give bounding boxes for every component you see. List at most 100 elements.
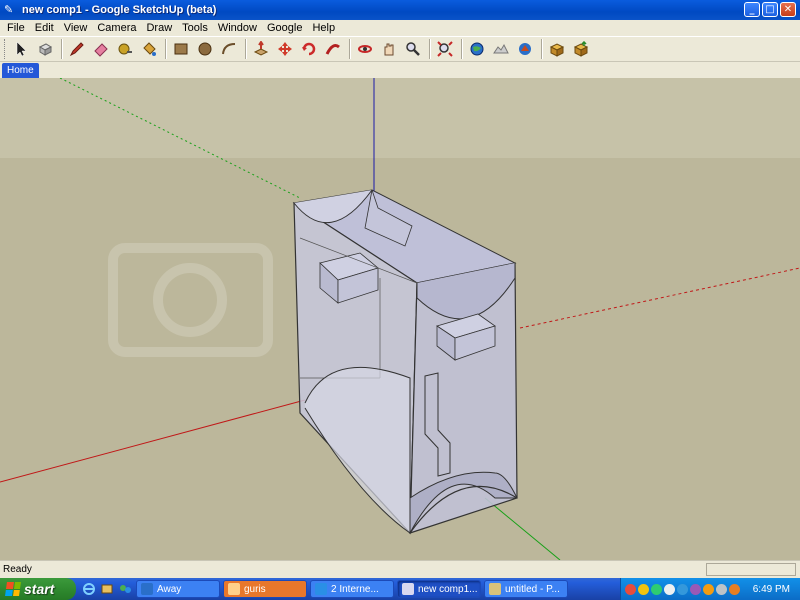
make-component-icon [38,43,53,56]
menu-bar: File Edit View Camera Draw Tools Window … [0,20,800,36]
paint-bucket-tool-button[interactable] [138,38,160,60]
show-desktop-icon[interactable] [100,582,114,596]
tray-icon[interactable] [651,583,662,595]
move-tool-button[interactable] [274,38,296,60]
toggle-terrain-icon [493,43,509,54]
window-title: new comp1 - Google SketchUp (beta) [22,4,217,16]
move-icon [278,42,292,56]
minimize-button[interactable]: _ [744,2,760,17]
menu-tools[interactable]: Tools [177,22,213,34]
toolbar-separator [61,39,63,59]
close-button[interactable]: ✕ [780,2,796,17]
pencil-tool-button[interactable] [66,38,88,60]
sky-band [0,78,800,158]
toolbar-separator [165,39,167,59]
menu-window[interactable]: Window [213,22,262,34]
task-away[interactable]: Away [136,580,220,598]
menu-edit[interactable]: Edit [30,22,59,34]
messenger-icon[interactable] [118,582,132,596]
task-paint[interactable]: untitled - P... [484,580,568,598]
share-model-icon [573,41,589,57]
menu-camera[interactable]: Camera [92,22,141,34]
tray-icon[interactable] [690,583,701,595]
measurements-box[interactable] [706,563,796,576]
eraser-icon [94,43,108,57]
task-sketchup[interactable]: new comp1... [397,580,481,598]
toggle-terrain-button[interactable] [490,38,512,60]
zoom-extents-tool-button[interactable] [434,38,456,60]
make-component-button[interactable] [34,38,56,60]
system-tray: 6:49 PM [620,578,800,600]
rectangle-tool-button[interactable] [170,38,192,60]
get-models-button[interactable] [546,38,568,60]
toolbar-grip[interactable] [4,39,7,59]
tray-icon[interactable] [664,583,675,595]
tape-measure-icon [118,43,132,55]
windows-logo-icon [5,582,21,596]
pan-icon [384,43,394,56]
sketchup-task-icon [402,583,414,595]
zoom-icon [406,42,420,56]
share-model-button[interactable] [570,38,592,60]
zoom-extents-icon [437,41,453,57]
security-alert-icon[interactable] [703,583,714,595]
task-internet-explorer[interactable]: 2 Interne... [310,580,394,598]
select-icon [16,41,27,57]
follow-me-icon [325,44,340,55]
menu-view[interactable]: View [59,22,93,34]
rotate-icon [302,42,316,56]
paint-task-icon [489,583,501,595]
toolbar-separator [429,39,431,59]
eraser-tool-button[interactable] [90,38,112,60]
get-current-view-button[interactable] [466,38,488,60]
menu-draw[interactable]: Draw [141,22,177,34]
maximize-button[interactable]: □ [762,2,778,17]
paint-bucket-icon [143,42,156,56]
arc-tool-button[interactable] [218,38,240,60]
circle-icon [198,42,212,56]
quick-launch [82,582,132,596]
rotate-tool-button[interactable] [298,38,320,60]
volume-icon[interactable] [716,583,727,595]
arc-icon [222,43,236,55]
drawing-viewport[interactable] [0,78,800,560]
tray-icon[interactable] [677,583,688,595]
model-canvas[interactable] [0,78,800,560]
scene-tab-home[interactable]: Home [2,63,39,78]
toolbar-separator [541,39,543,59]
tray-icon[interactable] [638,583,649,595]
tray-icon[interactable] [729,583,740,595]
orbit-icon [358,45,372,53]
tray-icon[interactable] [625,583,636,595]
place-model-icon [519,43,531,55]
toolbar [0,36,800,62]
rectangle-icon [174,43,188,55]
clock[interactable]: 6:49 PM [753,584,790,595]
status-bar: Ready [0,560,800,578]
tape-measure-tool-button[interactable] [114,38,136,60]
windows-taskbar: start Away guris 2 Interne... new comp1.… [0,578,800,600]
title-bar: ✎ new comp1 - Google SketchUp (beta) _ □… [0,0,800,20]
menu-file[interactable]: File [2,22,30,34]
push-pull-tool-button[interactable] [250,38,272,60]
toolbar-separator [349,39,351,59]
sketchup-app-icon[interactable]: ✎ [4,4,16,16]
menu-help[interactable]: Help [307,22,340,34]
start-label: start [24,581,55,597]
internet-explorer-icon[interactable] [82,582,96,596]
status-text: Ready [3,564,32,575]
start-button[interactable]: start [0,578,76,600]
scene-tabs: Home [0,62,800,78]
menu-google[interactable]: Google [262,22,307,34]
task-guris[interactable]: guris [223,580,307,598]
circle-tool-button[interactable] [194,38,216,60]
zoom-tool-button[interactable] [402,38,424,60]
place-model-button[interactable] [514,38,536,60]
follow-me-tool-button[interactable] [322,38,344,60]
orbit-tool-button[interactable] [354,38,376,60]
get-current-view-icon [470,42,484,56]
pan-tool-button[interactable] [378,38,400,60]
pencil-icon [69,42,84,57]
select-tool-button[interactable] [10,38,32,60]
toolbar-separator [461,39,463,59]
